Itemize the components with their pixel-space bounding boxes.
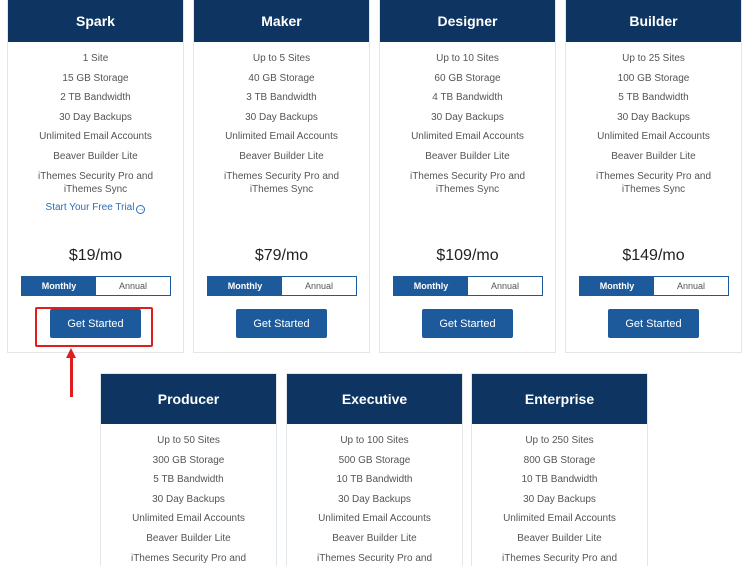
feature-storage: 40 GB Storage — [248, 72, 315, 84]
feature-builder: Beaver Builder Lite — [332, 532, 417, 544]
toggle-annual[interactable]: Annual — [282, 277, 356, 295]
feature-sites: Up to 25 Sites — [622, 53, 685, 64]
billing-toggle: Monthly Annual — [393, 276, 543, 296]
billing-toggle: Monthly Annual — [579, 276, 729, 296]
toggle-annual[interactable]: Annual — [468, 277, 542, 295]
plan-card-maker: Maker Up to 5 Sites 40 GB Storage 3 TB B… — [193, 0, 370, 353]
toggle-monthly[interactable]: Monthly — [394, 277, 468, 295]
feature-backups: 30 Day Backups — [152, 493, 225, 505]
feature-sites: Up to 50 Sites — [157, 435, 220, 446]
plan-price: $149/mo — [622, 247, 685, 264]
feature-builder: Beaver Builder Lite — [146, 532, 231, 544]
toggle-monthly[interactable]: Monthly — [22, 277, 96, 295]
feature-builder: Beaver Builder Lite — [53, 150, 138, 162]
feature-security: iThemes Security Pro and — [316, 552, 433, 564]
plan-card-executive: Executive Up to 100 Sites 500 GB Storage… — [286, 373, 463, 566]
toggle-annual[interactable]: Annual — [654, 277, 728, 295]
feature-email: Unlimited Email Accounts — [132, 513, 245, 525]
get-started-button[interactable]: Get Started — [422, 309, 513, 338]
feature-security: iThemes Security Pro and iThemes Sync — [595, 170, 712, 195]
feature-backups: 30 Day Backups — [617, 111, 690, 123]
feature-storage: 15 GB Storage — [62, 72, 129, 84]
feature-security: iThemes Security Pro and iThemes Sync — [223, 170, 340, 195]
plan-name: Maker — [194, 0, 369, 42]
feature-email: Unlimited Email Accounts — [318, 513, 431, 525]
plan-name: Spark — [8, 0, 183, 42]
toggle-monthly[interactable]: Monthly — [208, 277, 282, 295]
feature-sites: Up to 10 Sites — [436, 53, 499, 64]
feature-sites: Up to 100 Sites — [340, 435, 409, 446]
plan-card-builder: Builder Up to 25 Sites 100 GB Storage 5 … — [565, 0, 742, 353]
get-started-button[interactable]: Get Started — [608, 309, 699, 338]
feature-sites: Up to 5 Sites — [252, 53, 311, 64]
plan-card-producer: Producer Up to 50 Sites 300 GB Storage 5… — [100, 373, 277, 566]
plan-name: Builder — [566, 0, 741, 42]
feature-sites: Up to 250 Sites — [525, 435, 594, 446]
feature-storage: 60 GB Storage — [434, 72, 501, 84]
toggle-annual[interactable]: Annual — [96, 277, 170, 295]
feature-bandwidth: 5 TB Bandwidth — [153, 474, 224, 486]
feature-backups: 30 Day Backups — [59, 111, 132, 123]
feature-backups: 30 Day Backups — [431, 111, 504, 123]
free-trial-label: Start Your Free Trial — [45, 202, 135, 214]
feature-email: Unlimited Email Accounts — [39, 131, 152, 143]
feature-builder: Beaver Builder Lite — [517, 532, 602, 544]
feature-backups: 30 Day Backups — [338, 493, 411, 505]
feature-builder: Beaver Builder Lite — [239, 150, 324, 162]
feature-backups: 30 Day Backups — [245, 111, 318, 123]
feature-storage: 500 GB Storage — [338, 454, 411, 466]
billing-toggle: Monthly Annual — [207, 276, 357, 296]
plan-card-spark: Spark 1 Site 15 GB Storage 2 TB Bandwidt… — [7, 0, 184, 353]
feature-storage: 100 GB Storage — [617, 72, 690, 84]
free-trial-link[interactable]: Start Your Free Trial → — [8, 202, 183, 215]
feature-sites: 1 Site — [82, 53, 109, 64]
feature-bandwidth: 3 TB Bandwidth — [246, 92, 317, 104]
feature-security: iThemes Security Pro and — [130, 552, 247, 564]
toggle-monthly[interactable]: Monthly — [580, 277, 654, 295]
feature-email: Unlimited Email Accounts — [597, 131, 710, 143]
plan-name: Enterprise — [472, 374, 647, 424]
feature-bandwidth: 5 TB Bandwidth — [618, 92, 689, 104]
plan-name: Producer — [101, 374, 276, 424]
feature-bandwidth: 10 TB Bandwidth — [521, 474, 598, 486]
arrow-shaft — [70, 356, 73, 397]
highlight-box — [35, 307, 153, 347]
get-started-button[interactable]: Get Started — [236, 309, 327, 338]
feature-builder: Beaver Builder Lite — [611, 150, 696, 162]
feature-email: Unlimited Email Accounts — [225, 131, 338, 143]
plan-price: $79/mo — [254, 247, 309, 264]
feature-bandwidth: 10 TB Bandwidth — [336, 474, 413, 486]
feature-storage: 800 GB Storage — [523, 454, 596, 466]
plan-card-enterprise: Enterprise Up to 250 Sites 800 GB Storag… — [471, 373, 648, 566]
feature-bandwidth: 2 TB Bandwidth — [60, 92, 131, 104]
plan-price: $19/mo — [68, 247, 123, 264]
arrow-circle-right-icon: → — [136, 205, 146, 215]
plan-price: $109/mo — [436, 247, 499, 264]
feature-storage: 300 GB Storage — [152, 454, 225, 466]
plan-name: Designer — [380, 0, 555, 42]
feature-backups: 30 Day Backups — [523, 493, 596, 505]
feature-security: iThemes Security Pro and iThemes Sync — [409, 170, 526, 195]
feature-email: Unlimited Email Accounts — [503, 513, 616, 525]
billing-toggle: Monthly Annual — [21, 276, 171, 296]
feature-builder: Beaver Builder Lite — [425, 150, 510, 162]
feature-email: Unlimited Email Accounts — [411, 131, 524, 143]
feature-security: iThemes Security Pro and — [501, 552, 618, 564]
plan-name: Executive — [287, 374, 462, 424]
feature-security: iThemes Security Pro and iThemes Sync — [37, 170, 154, 195]
plan-card-designer: Designer Up to 10 Sites 60 GB Storage 4 … — [379, 0, 556, 353]
feature-bandwidth: 4 TB Bandwidth — [432, 92, 503, 104]
